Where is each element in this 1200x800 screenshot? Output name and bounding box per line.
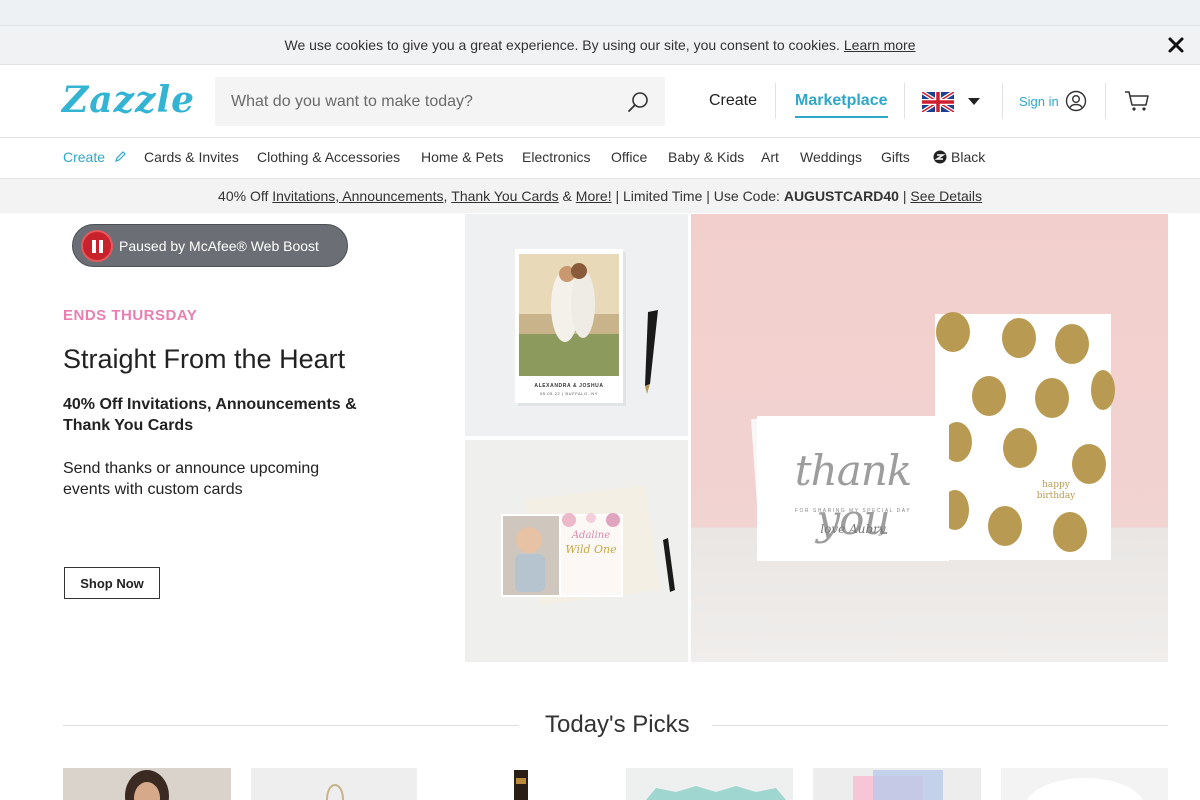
cookie-banner: We use cookies to give you a great exper… xyxy=(0,26,1200,65)
hero-description: Send thanks or announce upcoming events … xyxy=(63,460,320,498)
hero-image-birth-announcement[interactable]: Adaline Wild One xyxy=(465,440,688,662)
hero-eyebrow: ENDS THURSDAY xyxy=(63,307,198,324)
save-the-date-place: 05.05.22 | BUFFALO, NY xyxy=(539,391,599,396)
promo-link-more[interactable]: More! xyxy=(576,188,612,204)
sign-in-link[interactable]: Sign in xyxy=(1019,94,1059,109)
product-thumbnail[interactable] xyxy=(63,768,231,800)
save-the-date-illustration xyxy=(465,214,688,436)
category-weddings[interactable]: Weddings xyxy=(800,149,862,165)
divider xyxy=(904,83,905,119)
category-baby-kids[interactable]: Baby & Kids xyxy=(668,149,744,165)
birth-card-title: Wild One xyxy=(565,543,617,556)
product-image-bag xyxy=(326,784,344,800)
product-image-cards xyxy=(853,770,943,800)
save-the-date-names: ALEXANDRA & JOSHUA xyxy=(534,383,604,389)
learn-more-link[interactable]: Learn more xyxy=(844,37,916,53)
promo-link-thank-you[interactable]: Thank You Cards xyxy=(451,188,558,204)
search-input[interactable] xyxy=(215,77,615,126)
category-nav: Create Cards & Invites Clothing & Access… xyxy=(0,138,1200,179)
thank-you-sign: love Aubry xyxy=(820,522,886,536)
thank-you-cards-illustration xyxy=(751,312,1115,561)
category-black-label: Black xyxy=(951,149,986,165)
category-clothing-accessories[interactable]: Clothing & Accessories xyxy=(257,149,400,165)
promo-ampersand: & xyxy=(558,188,576,204)
user-icon[interactable] xyxy=(1065,90,1087,112)
promo-middle: | Limited Time | Use Code: xyxy=(611,188,784,204)
product-image-dress xyxy=(125,770,169,800)
divider xyxy=(1002,83,1003,119)
birthday-text-2: birthday xyxy=(1036,491,1076,501)
category-create[interactable]: Create xyxy=(63,149,126,165)
divider xyxy=(712,725,1168,726)
search-icon[interactable] xyxy=(627,91,649,113)
product-thumbnail[interactable] xyxy=(1001,768,1168,800)
site-header: Zazzle Create Marketplace Sign in xyxy=(0,65,1200,138)
product-thumbnail[interactable] xyxy=(251,768,417,800)
category-gifts[interactable]: Gifts xyxy=(881,149,910,165)
promo-link-invitations[interactable]: Invitations, Announcements xyxy=(272,188,443,204)
thank-you-line: FOR SHARING MY SPECIAL DAY xyxy=(794,508,912,514)
category-home-pets[interactable]: Home & Pets xyxy=(421,149,503,165)
divider xyxy=(1105,83,1106,119)
product-image-pillow xyxy=(646,786,786,800)
category-create-label: Create xyxy=(63,149,106,165)
mcafee-status-text: Paused by McAfee® Web Boost xyxy=(119,238,319,254)
cart-icon[interactable] xyxy=(1124,89,1150,113)
category-electronics[interactable]: Electronics xyxy=(522,149,590,165)
header-create-link[interactable]: Create xyxy=(709,92,757,110)
product-thumbnail[interactable] xyxy=(626,768,793,800)
black-friday-icon xyxy=(933,150,947,164)
header-marketplace-link[interactable]: Marketplace xyxy=(795,92,888,118)
product-thumbnail[interactable] xyxy=(813,768,981,800)
category-black[interactable]: Black xyxy=(933,149,985,165)
browser-top-strip xyxy=(0,0,1200,26)
promo-separator: , xyxy=(443,188,452,204)
promo-prefix: 40% Off xyxy=(218,188,273,204)
see-details-link[interactable]: See Details xyxy=(910,188,982,204)
search-bar xyxy=(215,77,665,126)
product-thumbnail[interactable] xyxy=(438,768,606,800)
birthday-text-1: happy xyxy=(1042,480,1070,490)
promo-banner: 40% Off Invitations, Announcements , Tha… xyxy=(0,179,1200,213)
todays-picks-heading: Today's Picks xyxy=(545,711,690,738)
pencil-icon xyxy=(114,151,126,162)
pause-icon[interactable] xyxy=(81,230,113,262)
product-image-plate xyxy=(1027,778,1143,800)
divider xyxy=(775,83,776,119)
product-image-bottle xyxy=(514,770,528,800)
hero-image-save-the-date[interactable]: ALEXANDRA & JOSHUA 05.05.22 | BUFFALO, N… xyxy=(465,214,688,436)
zazzle-logo[interactable]: Zazzle xyxy=(62,79,195,121)
hero-title: Straight From the Heart xyxy=(63,344,346,374)
mcafee-webboost-pill[interactable]: Paused by McAfee® Web Boost xyxy=(72,224,348,267)
promo-separator: | xyxy=(898,188,911,204)
chevron-down-icon[interactable] xyxy=(968,98,980,105)
promo-code: AUGUSTCARD40 xyxy=(783,188,899,204)
category-office[interactable]: Office xyxy=(611,149,647,165)
cookie-message: We use cookies to give you a great exper… xyxy=(284,37,840,53)
divider xyxy=(63,725,519,726)
category-cards-invites[interactable]: Cards & Invites xyxy=(144,149,239,165)
close-icon[interactable] xyxy=(1166,35,1186,55)
category-art[interactable]: Art xyxy=(761,149,779,165)
uk-flag-icon[interactable] xyxy=(922,92,954,112)
birth-card-name: Adaline xyxy=(571,530,611,541)
hero-subtitle: 40% Off Invitations, Announcements & Tha… xyxy=(63,396,357,434)
shop-now-button[interactable]: Shop Now xyxy=(64,567,160,599)
hero-image-thank-you-cards[interactable]: thank you FOR SHARING MY SPECIAL DAY lov… xyxy=(691,214,1168,662)
